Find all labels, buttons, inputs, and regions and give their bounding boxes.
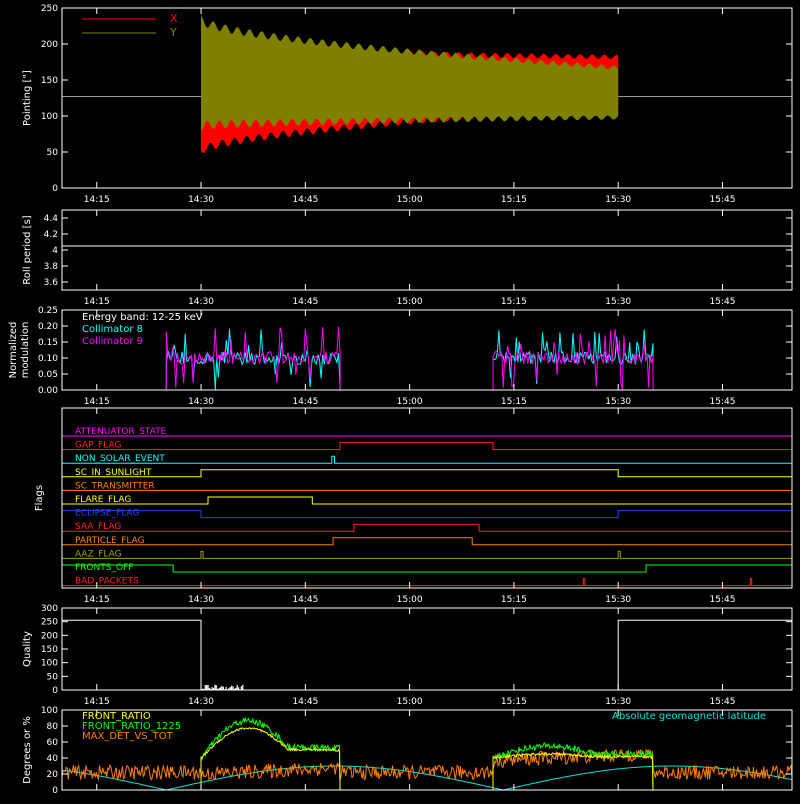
plot-canvas: 14:15 14:30 14:45 15:00 15:15 15:30 15:45 0 50 10… (0, 0, 800, 800)
x-tick-label: 14:30 (188, 297, 214, 307)
pointing-ylabel: Pointing ["] (22, 70, 33, 126)
y-tick-label: 4 (52, 246, 58, 256)
x-tick-label: 15:00 (397, 595, 423, 605)
y-tick-label: 0 (52, 786, 58, 796)
y-tick-label: 150 (41, 645, 58, 655)
flag-label-sc-in-sunlight: SC_IN_SUNLIGHT (75, 468, 152, 478)
x-tick-label: 14:45 (292, 297, 318, 307)
x-tick-label: 14:15 (84, 397, 110, 407)
y-tick-label: 0.25 (38, 306, 58, 316)
x-tick-label: 15:15 (501, 397, 527, 407)
flags-ylabel: Flags (34, 485, 45, 511)
flag-label-bad-packets: BAD_PACKETS (75, 577, 139, 587)
flag-label-flare-flag: FLARE_FLAG (75, 495, 131, 505)
flag-label-non-solar-event: NON_SOLAR_EVENT (75, 454, 165, 464)
x-tick-label: 15:30 (605, 595, 631, 605)
y-tick-label: 3.6 (44, 278, 59, 288)
flag-label-saa-flag: SAA_FLAG (75, 522, 121, 532)
x-tick-label: 14:15 (84, 195, 110, 205)
legend-max-det: MAX_DET_VS_TOT (82, 731, 174, 742)
x-tick-label: 15:15 (501, 697, 527, 707)
flag-label-sc-transmitter: SC_TRANSMITTER (75, 481, 155, 491)
y-tick-label: 100 (41, 112, 58, 122)
legend-collimator-9: Collimator 9 (82, 336, 143, 347)
x-tick-label: 14:15 (84, 297, 110, 307)
y-tick-label: 0 (52, 686, 58, 696)
x-tick-label: 15:30 (605, 697, 631, 707)
y-tick-label: 250 (41, 618, 58, 628)
flag-label-eclipse-flag: ECLIPSE_FLAG (75, 509, 139, 519)
y-tick-label: 0.10 (38, 354, 58, 364)
y-tick-label: 150 (41, 76, 58, 86)
x-tick-label: 15:45 (710, 297, 736, 307)
modulation-ylabel-1: Normalized (8, 322, 19, 379)
x-tick-label: 15:30 (605, 297, 631, 307)
x-tick-label: 15:00 (397, 397, 423, 407)
x-tick-label: 14:15 (84, 595, 110, 605)
y-tick-label: 3.8 (44, 262, 59, 272)
x-tick-label: 14:45 (292, 697, 318, 707)
y-tick-label: 40 (47, 754, 59, 764)
x-tick-label: 15:00 (397, 195, 423, 205)
x-tick-label: 14:45 (292, 595, 318, 605)
y-tick-label: 4.4 (44, 214, 59, 224)
legend-collimator-8: Collimator 8 (82, 324, 143, 335)
x-tick-label: 14:30 (188, 697, 214, 707)
x-tick-label: 14:15 (84, 697, 110, 707)
y-tick-label: 60 (47, 738, 59, 748)
x-tick-label: 15:00 (397, 297, 423, 307)
x-tick-label: 14:30 (188, 397, 214, 407)
y-tick-label: 20 (47, 770, 59, 780)
y-tick-label: 0.00 (38, 386, 58, 396)
x-tick-label: 15:15 (501, 297, 527, 307)
y-tick-label: 100 (41, 706, 58, 716)
x-tick-label: 15:45 (710, 397, 736, 407)
x-tick-label: 15:15 (501, 595, 527, 605)
y-tick-label: 300 (41, 604, 58, 614)
y-tick-label: 4.2 (44, 230, 58, 240)
x-tick-label: 14:45 (292, 397, 318, 407)
x-tick-label: 14:45 (292, 195, 318, 205)
housekeeping-plot: 14:15 14:30 14:45 15:00 15:15 15:30 15:45 0 50 10… (0, 0, 800, 800)
x-tick-label: 15:00 (397, 697, 423, 707)
x-tick-label: 15:45 (710, 195, 736, 205)
flag-label-gap-flag: GAP_FLAG (75, 441, 121, 451)
modulation-ylabel-2: modulation (20, 322, 31, 379)
flag-label-particle-flag: PARTICLE_FLAG (75, 536, 145, 546)
y-tick-label: 0.15 (38, 338, 58, 348)
x-tick-label: 15:30 (605, 397, 631, 407)
y-tick-label: 250 (41, 4, 58, 14)
flag-label-attenuator-state: ATTENUATOR_STATE (75, 427, 167, 437)
x-tick-label: 15:15 (501, 195, 527, 205)
flag-label-aaz-flag: AAZ_FLAG (75, 549, 122, 559)
y-tick-label: 50 (47, 148, 59, 158)
y-tick-label: 0 (52, 184, 58, 194)
energy-band-annotation: Energy band: 12-25 keV (82, 312, 203, 323)
y-tick-label: 0.20 (38, 322, 58, 332)
x-tick-label: 15:45 (710, 595, 736, 605)
y-tick-label: 200 (41, 631, 58, 641)
legend-x: X (170, 12, 178, 25)
x-tick-label: 15:30 (605, 195, 631, 205)
y-tick-label: 0.05 (38, 370, 58, 380)
y-tick-label: 80 (47, 722, 59, 732)
geomag-annotation: Absolute geomagnetic latitude (612, 711, 766, 722)
quality-ylabel: Quality (22, 631, 33, 667)
legend-y: Y (169, 26, 177, 39)
x-tick-label: 15:45 (710, 697, 736, 707)
y-tick-label: 50 (47, 672, 59, 682)
x-tick-label: 14:30 (188, 195, 214, 205)
y-tick-label: 200 (41, 40, 58, 50)
flag-label-fronts-off: FRONTS_OFF (75, 563, 133, 573)
ratios-ylabel: Degrees or % (22, 716, 33, 784)
roll-ylabel: Roll period [s] (22, 215, 33, 284)
y-tick-label: 100 (41, 659, 58, 669)
x-tick-label: 14:30 (188, 595, 214, 605)
